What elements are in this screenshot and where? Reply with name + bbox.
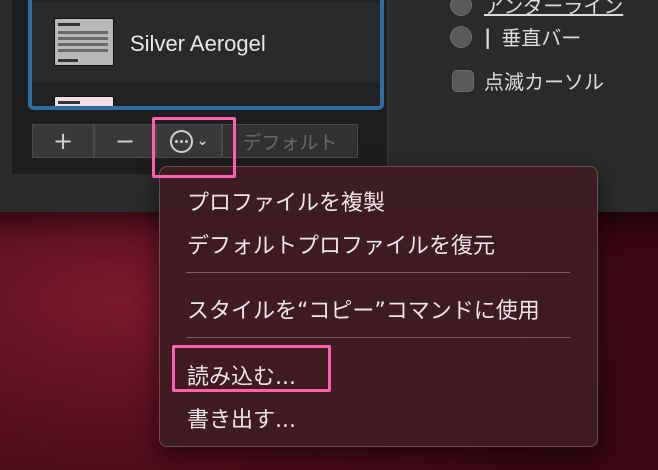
profile-row-silver-aerogel[interactable]: Silver Aerogel [32,2,380,82]
add-profile-button[interactable]: + [32,124,94,158]
profile-name: Silver Aerogel [130,31,266,56]
radio-button[interactable] [450,0,472,16]
cursor-vertical-bar-option[interactable]: | 垂直バー [450,22,581,51]
checkbox[interactable] [452,69,474,92]
menu-item-duplicate-profile[interactable]: プロファイルを複製 [187,185,385,217]
profile-row[interactable] [32,82,380,106]
blink-cursor-checkbox[interactable]: 点滅カーソル [452,66,604,95]
action-menu-button[interactable]: ⌄ [156,124,222,158]
menu-item-import[interactable]: 読み込む... [187,359,296,391]
ellipsis-circle-icon [169,129,193,153]
default-button[interactable]: デフォルト [222,124,358,158]
cursor-underline-option[interactable]: アンダーライン [450,0,623,19]
remove-profile-button[interactable]: − [94,124,156,158]
menu-separator [186,337,570,338]
profile-action-menu: プロファイルを複製 デフォルトプロファイルを復元 スタイルを“コピー”コマンドに… [159,166,598,447]
profile-thumbnail [54,96,114,106]
profile-list[interactable]: Silver Aerogel [28,0,384,110]
menu-separator [186,272,570,273]
chevron-down-icon: ⌄ [196,133,209,149]
menu-item-export[interactable]: 書き出す... [187,402,296,434]
menu-item-restore-default-profile[interactable]: デフォルトプロファイルを復元 [187,228,495,260]
radio-button[interactable] [450,25,472,48]
profile-button-bar: + − ⌄ デフォルト [32,124,388,158]
profile-thumbnail [54,18,114,66]
menu-item-use-style-for-copy[interactable]: スタイルを“コピー”コマンドに使用 [187,293,540,325]
